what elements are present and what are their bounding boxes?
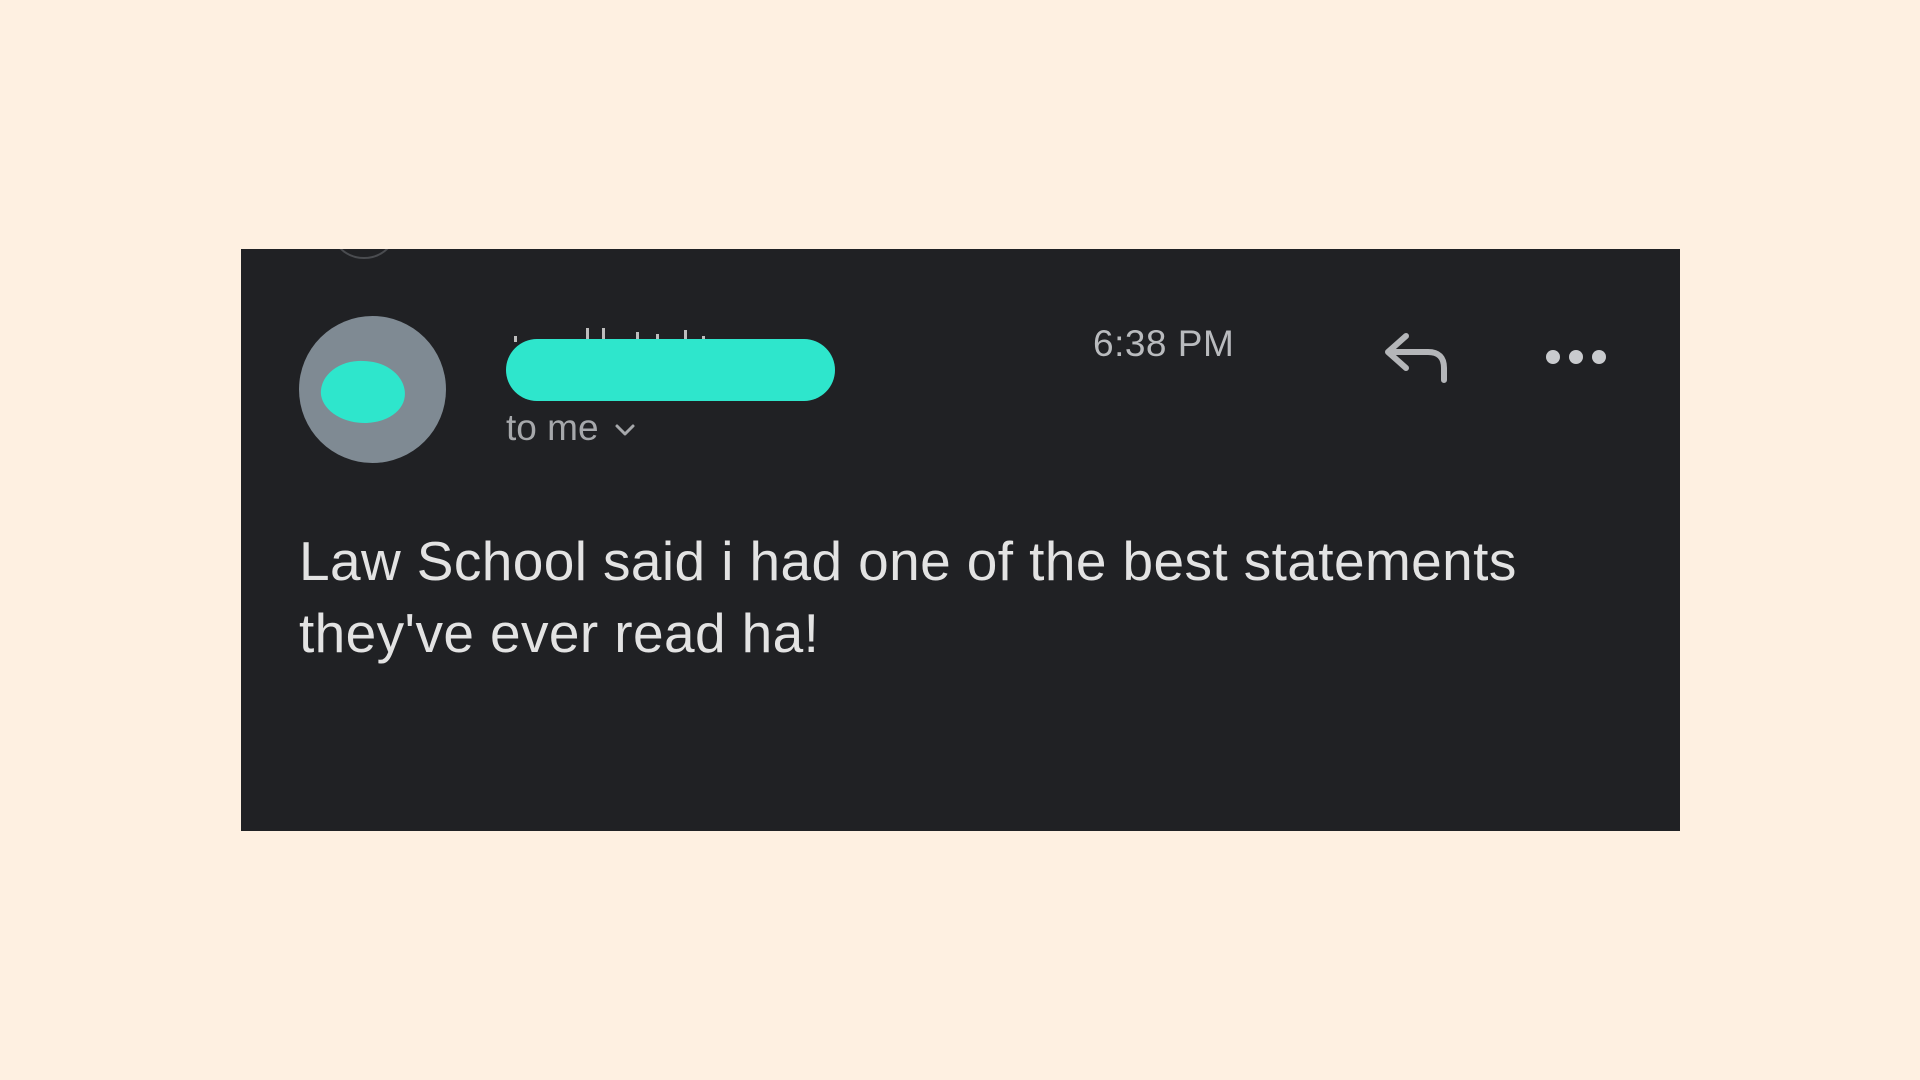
sender-avatar[interactable] (299, 316, 446, 463)
reply-arrow-icon (1385, 333, 1447, 383)
chevron-down-icon (615, 424, 635, 436)
more-horizontal-icon (1546, 350, 1606, 364)
message-time: 6:38 PM (1093, 323, 1235, 364)
sender-name-redacted[interactable] (506, 324, 1106, 404)
recipient-label: to me (506, 407, 599, 448)
more-options-button[interactable] (1541, 327, 1611, 387)
avatar-redaction (317, 356, 409, 428)
email-body: Law School said i had one of the best st… (299, 530, 1517, 664)
email-message-card: 6:38 PM to me Law School said i had one … (241, 249, 1680, 831)
reply-button[interactable] (1378, 322, 1458, 392)
redaction-bar (506, 339, 835, 401)
recipient-details-toggle[interactable]: to me (506, 407, 637, 449)
previous-avatar-edge (329, 249, 399, 259)
